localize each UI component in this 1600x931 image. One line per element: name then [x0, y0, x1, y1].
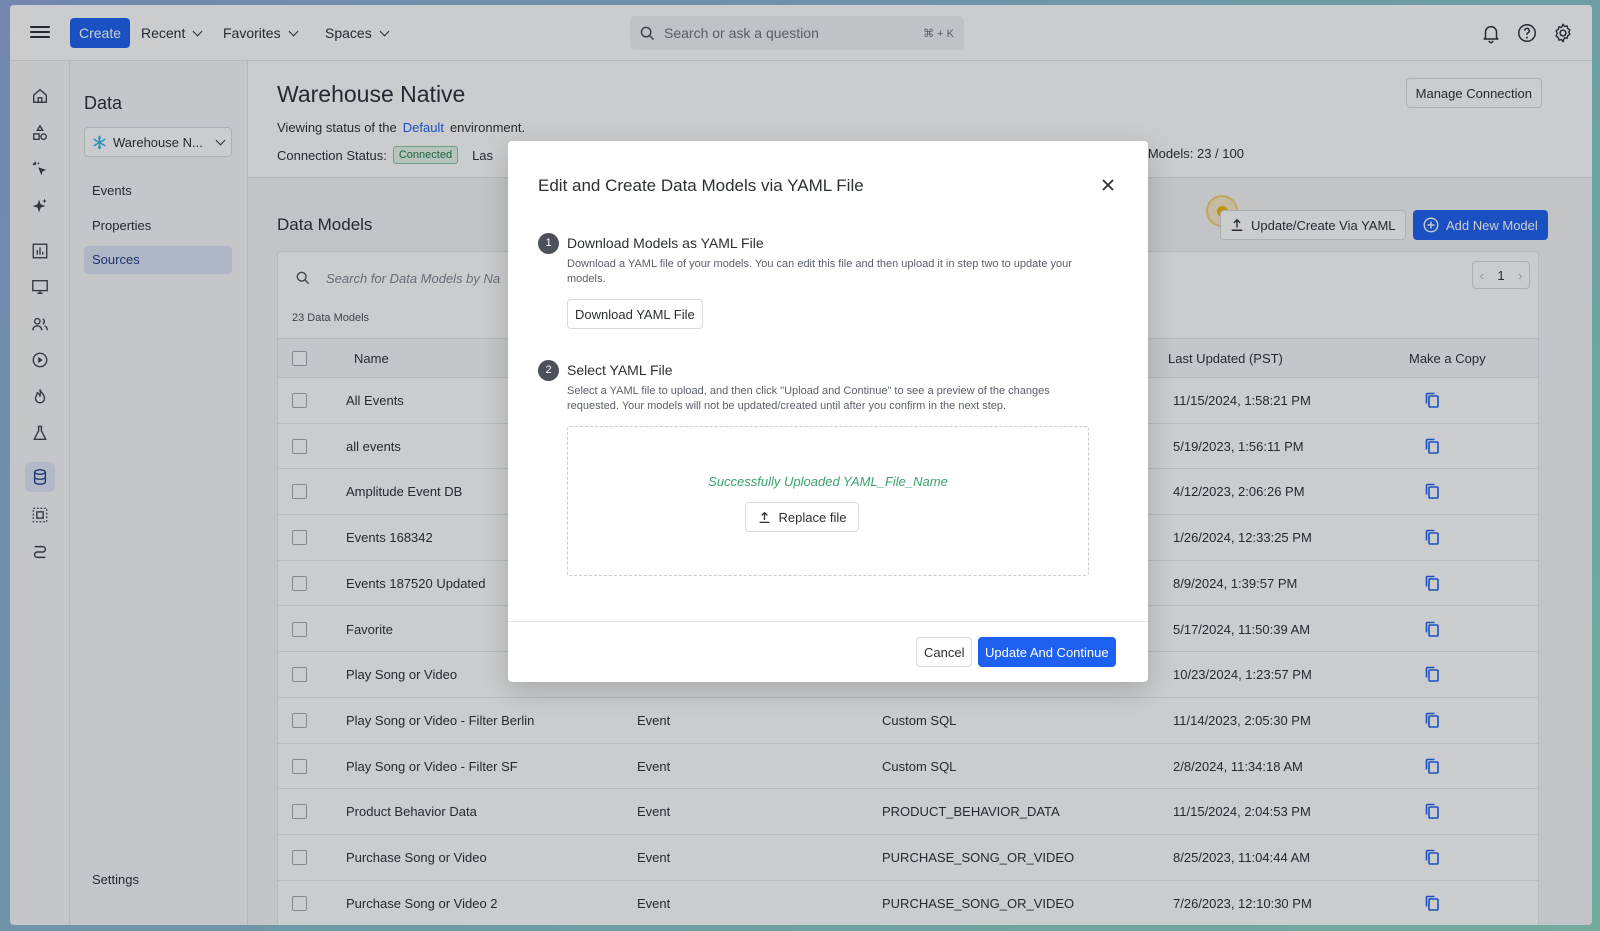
modal-title: Edit and Create Data Models via YAML Fil…: [538, 176, 864, 195]
update-and-continue-button[interactable]: Update And Continue: [978, 637, 1116, 667]
modal-footer-divider: [508, 621, 1148, 622]
cancel-button[interactable]: Cancel: [916, 637, 973, 667]
step-1-number: 1: [538, 233, 559, 254]
replace-file-button[interactable]: Replace file: [745, 502, 859, 532]
yaml-modal: Edit and Create Data Models via YAML Fil…: [508, 141, 1148, 682]
step-1-title: Download Models as YAML File: [567, 235, 764, 251]
upload-success-message: Successfully Uploaded YAML_File_Name: [708, 474, 948, 489]
download-yaml-button[interactable]: Download YAML File: [567, 299, 703, 329]
step-1-description: Download a YAML file of your models. You…: [567, 258, 1072, 285]
step-2-title: Select YAML File: [567, 362, 673, 378]
file-dropzone[interactable]: Successfully Uploaded YAML_File_Name Rep…: [567, 426, 1089, 576]
close-icon[interactable]: [1100, 177, 1116, 193]
upload-icon: [759, 511, 769, 523]
replace-file-label: Replace file: [778, 509, 847, 525]
step-2-description: Select a YAML file to upload, and then c…: [567, 385, 1050, 412]
modal-backdrop: Edit and Create Data Models via YAML Fil…: [0, 0, 1600, 931]
step-2-number: 2: [538, 360, 559, 381]
